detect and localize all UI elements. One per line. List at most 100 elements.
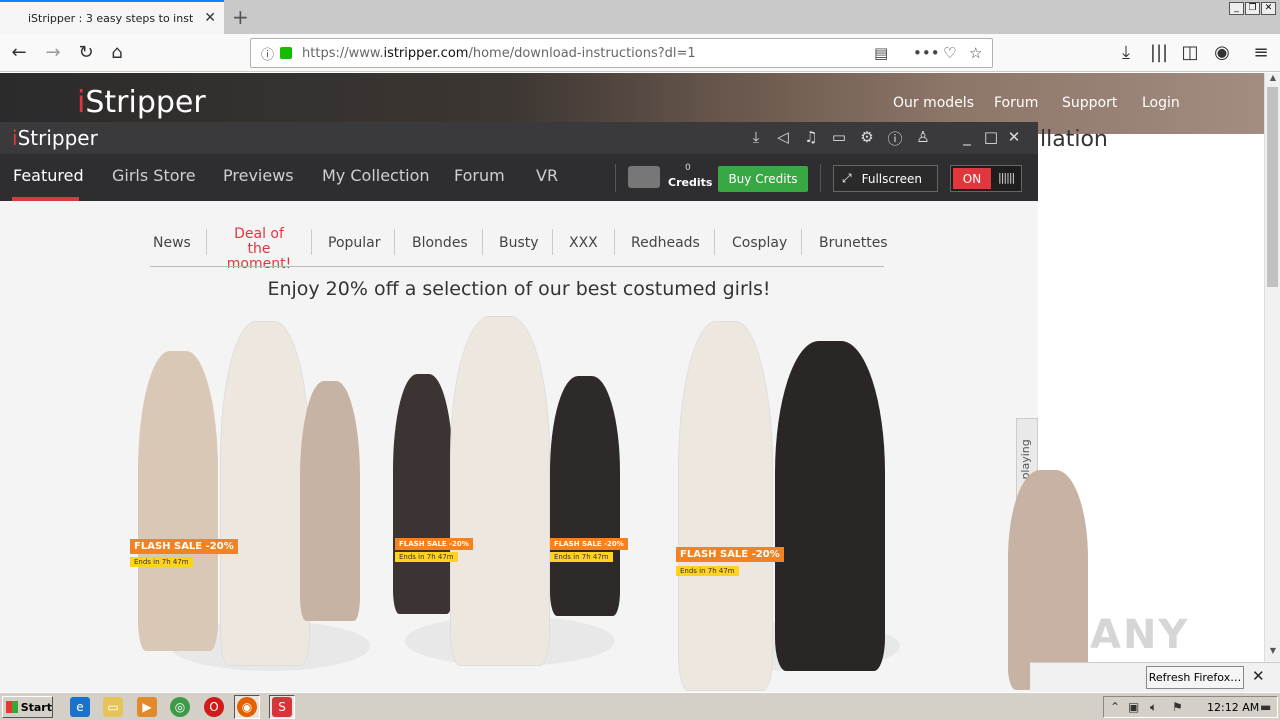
category-xxx[interactable]: XXX [569,235,598,251]
app-maximize-icon[interactable]: □ [981,128,1001,146]
app-minimize-icon[interactable]: _ [957,128,977,146]
info-icon[interactable]: ⓘ [885,128,905,149]
opera-icon[interactable]: O [204,697,224,717]
announcement-icon[interactable]: ◁ [773,128,793,146]
app-tab-forum[interactable]: Forum [454,166,505,185]
home-icon[interactable]: ⌂ [106,42,128,63]
url-text: https://www.istripper.com/home/download-… [302,45,696,61]
app-close-icon[interactable]: ✕ [1004,128,1024,146]
windows-taskbar: Start e ▭ ▶ ◎ O ◉ S ⌃ ▣ 🔈︎ ⚑ 12:12 AM ▬ [0,692,1280,720]
category-divider [311,229,312,255]
model-figure [300,381,360,621]
start-label: Start [20,700,52,714]
settings-gear-icon[interactable]: ⚙ [857,128,877,146]
library-icon[interactable]: ||| [1148,42,1170,63]
firefox-icon[interactable]: ◉ [237,697,257,717]
istripper-taskbar-icon[interactable]: S [272,697,292,717]
refresh-firefox-button[interactable]: Refresh Firefox… [1146,666,1244,689]
credits-label: Credits [668,176,713,189]
app-tab-my-collection[interactable]: My Collection [322,166,430,185]
site-nav-login[interactable]: Login [1142,95,1180,111]
page-actions-icon[interactable]: ••• [913,44,940,62]
url-bar[interactable]: ⓘ https://www.istripper.com/home/downloa… [250,38,993,68]
scroll-up-icon[interactable]: ▲ [1265,73,1280,87]
user-icon[interactable]: ♙ [913,128,933,146]
flash-sale-badge: FLASH SALE -20% [395,538,473,550]
desktop-model-figure [1008,470,1088,690]
app-tab-vr[interactable]: VR [536,166,558,185]
fullscreen-icon: ⤢ [842,171,852,185]
site-nav-forum[interactable]: Forum [994,95,1038,111]
internet-explorer-icon[interactable]: e [70,697,90,717]
model-group-card[interactable]: FLASH SALE -20% Ends in 7h 47m [670,321,920,691]
category-redheads[interactable]: Redheads [631,235,700,251]
sidebar-icon[interactable]: ◫ [1179,42,1201,63]
close-notification-icon[interactable]: ✕ [1252,667,1265,685]
reload-icon[interactable]: ↻ [75,42,97,63]
nav-divider [820,164,821,192]
featured-content: News Deal of the moment! Popular Blondes… [0,201,1038,692]
bookmark-star-icon[interactable]: ☆ [969,44,982,62]
app-title-bar: iStripper ⤓ ◁ ♫ ▭ ⚙ ⓘ ♙ _ □ ✕ [0,122,1038,154]
site-info-icon[interactable]: ⓘ [261,44,274,63]
fullscreen-button[interactable]: ⤢ Fullscreen [833,165,938,192]
site-logo[interactable]: iStripper [77,85,206,120]
model-figure [450,316,550,666]
back-icon[interactable]: ← [8,42,30,63]
browser-tab[interactable]: iStripper : 3 easy steps to install iS ✕ [0,0,224,34]
file-explorer-icon[interactable]: ▭ [103,697,123,717]
display-icon[interactable]: ▭ [829,128,849,146]
model-group-card[interactable]: FLASH SALE -20% Ends in 7h 47m FLASH SAL… [385,316,635,691]
credits-count: 0 [685,163,691,173]
reader-view-icon[interactable]: ▤ [874,44,888,62]
menu-icon[interactable]: ≡ [1250,42,1272,63]
screen: iStripper : 3 easy steps to install iS ✕… [0,0,1280,720]
category-divider [394,229,395,255]
sale-ends-badge: Ends in 7h 47m [130,557,193,567]
windows-logo-icon [6,701,18,713]
flash-sale-badge: FLASH SALE -20% [550,538,628,550]
forward-icon[interactable]: → [42,42,64,63]
flash-sale-badge: FLASH SALE -20% [130,539,238,554]
site-nav-support[interactable]: Support [1062,95,1117,111]
show-desktop-icon[interactable]: ▬ [1260,700,1271,714]
downloads-icon[interactable]: ⤓ [1115,42,1137,63]
pocket-icon[interactable]: ♡ [943,44,956,62]
category-popular[interactable]: Popular [328,235,381,251]
category-busty[interactable]: Busty [499,235,539,251]
promo-heading: Enjoy 20% off a selection of our best co… [267,278,771,300]
close-tab-icon[interactable]: ✕ [204,10,216,26]
new-tab-icon[interactable]: + [232,5,249,29]
category-cosplay[interactable]: Cosplay [732,235,787,251]
toggle-on-label: ON [953,168,991,189]
istripper-app-window: iStripper ⤓ ◁ ♫ ▭ ⚙ ⓘ ♙ _ □ ✕ Featured G… [0,122,1038,692]
clock[interactable]: 12:12 AM [1207,701,1259,714]
music-icon[interactable]: ♫ [801,128,821,146]
category-blondes[interactable]: Blondes [412,235,468,251]
volume-icon[interactable]: 🔈︎ [1150,700,1157,715]
category-brunettes[interactable]: Brunettes [819,235,888,251]
media-player-icon[interactable]: ▶ [137,697,157,717]
chrome-icon[interactable]: ◎ [170,697,190,717]
buy-credits-button[interactable]: Buy Credits [718,166,808,192]
page-scrollbar[interactable]: ▲ ▼ [1264,73,1280,692]
restore-window-icon[interactable]: ❐ [1245,2,1260,15]
start-button[interactable]: Start [2,696,53,718]
app-tab-previews[interactable]: Previews [223,166,294,185]
app-tab-girls-store[interactable]: Girls Store [112,166,196,185]
download-icon[interactable]: ⤓ [746,128,766,146]
tray-expand-icon[interactable]: ⌃ [1110,700,1120,714]
account-icon[interactable]: ◉ [1211,42,1233,63]
nav-divider [615,164,616,192]
site-nav-our-models[interactable]: Our models [893,95,974,111]
category-divider [801,229,802,255]
app-tab-featured[interactable]: Featured [13,166,84,185]
action-center-flag-icon[interactable]: ⚑ [1172,700,1183,714]
on-off-toggle[interactable]: ON |||||| [950,165,1022,192]
scroll-thumb[interactable] [1267,87,1278,287]
close-window-icon[interactable]: ✕ [1261,2,1276,15]
minimize-window-icon[interactable]: _ [1229,2,1244,15]
category-news[interactable]: News [153,235,191,251]
model-group-card[interactable]: FLASH SALE -20% Ends in 7h 47m [120,321,380,691]
network-icon[interactable]: ▣ [1128,700,1139,714]
